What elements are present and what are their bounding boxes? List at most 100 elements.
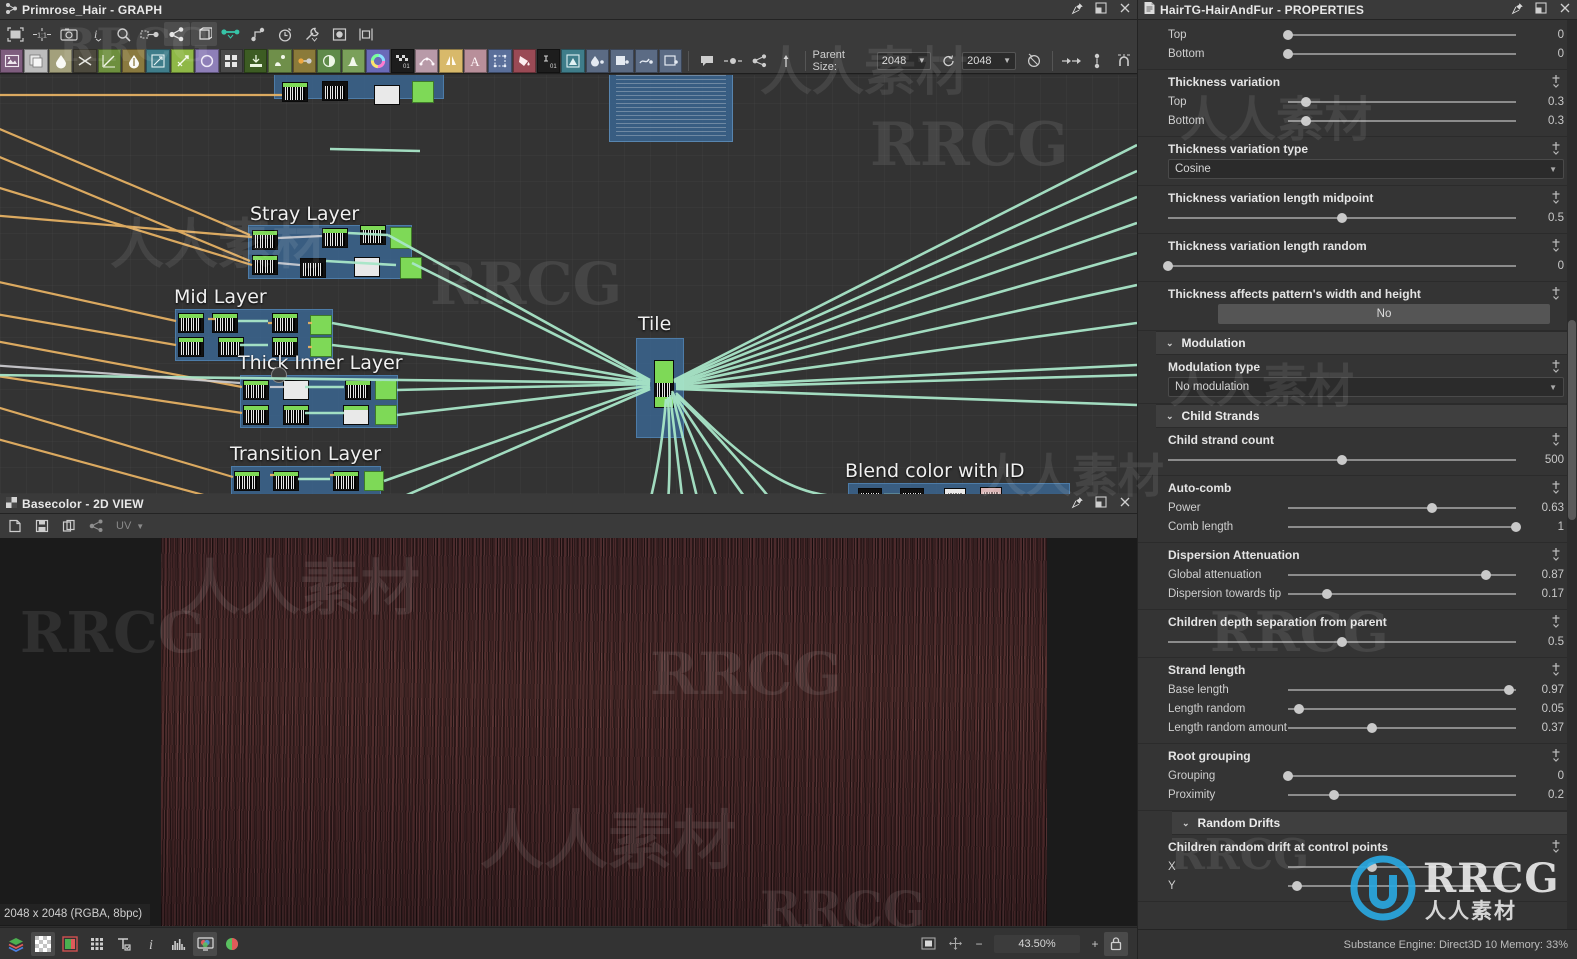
view2d-pin-icon[interactable] xyxy=(1065,496,1089,512)
reset-parameter-icon[interactable] xyxy=(1548,839,1564,855)
histogram-button[interactable] xyxy=(166,932,190,956)
node-generic[interactable] xyxy=(252,230,278,250)
node-generic[interactable] xyxy=(212,313,238,333)
node-generic[interactable] xyxy=(345,380,371,400)
properties-scroll-area[interactable]: Top 0 Bottom 0 Thickness variation Top 0.3 Bott… xyxy=(1138,20,1577,929)
slider-knob[interactable] xyxy=(1301,115,1312,126)
zoom-level-field[interactable]: 43.50% xyxy=(994,934,1080,953)
channels-button[interactable] xyxy=(4,932,28,956)
new-document-icon[interactable] xyxy=(2,514,28,538)
info-button[interactable]: i xyxy=(139,932,163,956)
lock-icon[interactable] xyxy=(1104,931,1128,956)
output-normal-chip[interactable] xyxy=(610,48,634,73)
reset-parameter-icon[interactable] xyxy=(1548,74,1564,90)
wrench-tool[interactable] xyxy=(299,22,325,46)
alpha-button[interactable] xyxy=(31,931,55,956)
color-circle-button[interactable] xyxy=(220,932,244,956)
graph-maximize-icon[interactable] xyxy=(1089,2,1113,17)
slider-knob[interactable] xyxy=(1283,29,1293,40)
section-modulation[interactable]: ⌄ Modulation xyxy=(1156,331,1577,355)
elbow-connector-tool[interactable] xyxy=(245,22,271,46)
slider-knob[interactable] xyxy=(1504,684,1515,695)
output-basecolor-chip[interactable] xyxy=(585,48,610,73)
node-output[interactable] xyxy=(310,315,332,335)
spline-chip[interactable] xyxy=(414,48,439,73)
slider-knob[interactable] xyxy=(1337,636,1347,647)
node-generic[interactable] xyxy=(322,228,348,248)
levels-chip[interactable] xyxy=(122,48,146,73)
thickness-variation-type-combo[interactable]: Cosine ▼ xyxy=(1168,159,1564,179)
frame-share-tool[interactable] xyxy=(747,49,772,73)
properties-close-icon[interactable] xyxy=(1553,2,1577,17)
properties-scrollbar[interactable] xyxy=(1567,20,1577,929)
reset-parameter-icon[interactable] xyxy=(1548,662,1564,678)
node-generic[interactable] xyxy=(374,85,400,105)
slider-knob[interactable] xyxy=(1163,260,1173,271)
node-generic[interactable] xyxy=(234,471,260,491)
copy-pages-icon[interactable] xyxy=(56,514,82,538)
node-generic[interactable] xyxy=(272,313,298,333)
slider-track[interactable] xyxy=(1288,95,1516,109)
graph-pin-icon[interactable] xyxy=(1065,2,1089,18)
node-generic[interactable] xyxy=(243,380,269,400)
graph-canvas[interactable]: Stray Layer Mid Layer Thick Inner Layer xyxy=(0,75,1137,494)
sphere-chip[interactable] xyxy=(317,48,341,73)
reset-parameter-icon[interactable] xyxy=(1548,614,1564,630)
normal-map-chip[interactable] xyxy=(561,48,585,73)
section-child-strands[interactable]: ⌄ Child Strands xyxy=(1156,404,1577,428)
slider-track[interactable] xyxy=(1288,721,1516,735)
node-output[interactable] xyxy=(375,380,397,400)
comment-box[interactable] xyxy=(609,75,733,142)
fit-to-view-icon[interactable] xyxy=(916,932,940,956)
node-generic[interactable] xyxy=(282,82,308,102)
parent-size-width-combo[interactable]: 2048 ▼ xyxy=(876,51,931,70)
svg-chip[interactable] xyxy=(24,48,48,73)
copy-stack-tool[interactable] xyxy=(191,22,217,46)
slider-knob[interactable] xyxy=(1283,48,1293,59)
properties-scrollbar-thumb[interactable] xyxy=(1568,320,1576,520)
slider-track[interactable] xyxy=(1288,788,1516,802)
slider-knob[interactable] xyxy=(1481,569,1492,580)
search-tool[interactable] xyxy=(110,22,136,46)
io-arrows-tool[interactable] xyxy=(1058,49,1083,73)
select-rect-tool[interactable] xyxy=(2,22,28,46)
node-generic[interactable] xyxy=(343,405,369,425)
properties-pin-icon[interactable] xyxy=(1505,2,1529,18)
slider-track[interactable] xyxy=(1288,683,1516,697)
node-output[interactable] xyxy=(375,405,397,425)
reset-parameter-icon[interactable] xyxy=(1548,141,1564,157)
align-frame-tool[interactable] xyxy=(353,22,379,46)
node-badge-icon[interactable] xyxy=(271,367,287,383)
slider-track[interactable] xyxy=(1288,879,1516,893)
slider-track[interactable] xyxy=(1168,453,1516,467)
node-generic[interactable] xyxy=(243,405,269,425)
slider-track[interactable] xyxy=(1288,587,1516,601)
node-generic[interactable] xyxy=(178,313,204,333)
flood-fill-chip[interactable] xyxy=(512,48,536,73)
view2d-canvas[interactable] xyxy=(0,538,1137,926)
graph-close-icon[interactable] xyxy=(1113,2,1137,17)
share-nodes-tool[interactable] xyxy=(164,22,190,46)
node-dots-tool[interactable] xyxy=(1085,49,1110,73)
speech-bubble-tool[interactable] xyxy=(694,49,719,73)
blur-chip[interactable] xyxy=(48,48,73,73)
view2d-close-icon[interactable] xyxy=(1113,496,1137,511)
slider-track[interactable] xyxy=(1288,501,1516,515)
slider-knob[interactable] xyxy=(1367,861,1378,872)
reset-parameter-icon[interactable] xyxy=(1548,547,1564,563)
hsl-chip[interactable] xyxy=(366,48,390,73)
slider-knob[interactable] xyxy=(1283,770,1293,781)
shuffle-chip[interactable] xyxy=(73,48,97,73)
zoom-out-button[interactable]: − xyxy=(970,937,988,951)
reset-parameter-icon[interactable] xyxy=(1548,238,1564,254)
parent-size-reset-icon[interactable] xyxy=(936,49,961,73)
share-nodes-icon[interactable] xyxy=(83,514,109,538)
slider-track[interactable] xyxy=(1283,28,1516,42)
reset-parameter-icon[interactable] xyxy=(1548,190,1564,206)
gradient-chip[interactable] xyxy=(244,48,268,73)
node-generic[interactable] xyxy=(980,487,1002,494)
snapshot-tool[interactable] xyxy=(56,22,82,46)
uv-dropdown[interactable]: UV ▼ xyxy=(110,514,150,538)
slider-track[interactable] xyxy=(1283,47,1516,61)
teal-link-tool[interactable] xyxy=(218,22,244,46)
